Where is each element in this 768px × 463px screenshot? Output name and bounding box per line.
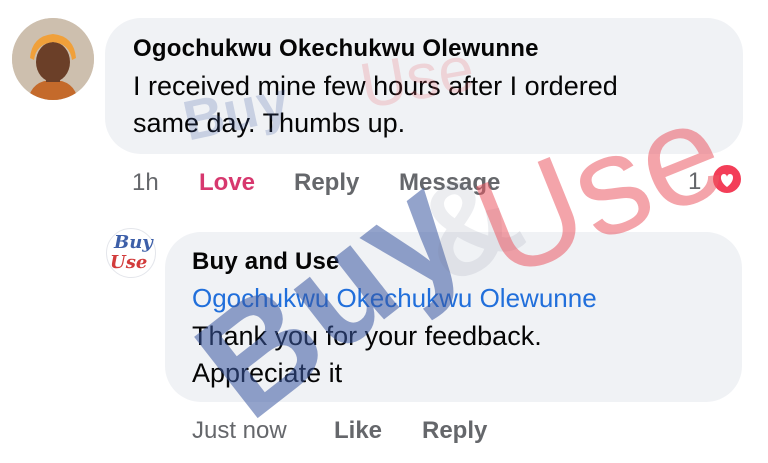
reply-reply-button[interactable]: Reply: [422, 417, 487, 445]
comment-timestamp[interactable]: 1h: [132, 169, 159, 197]
message-button[interactable]: Message: [399, 169, 500, 197]
heart-icon[interactable]: [710, 162, 744, 196]
love-button[interactable]: Love: [199, 169, 255, 197]
comment-author-name[interactable]: Ogochukwu Okechukwu Olewunne: [133, 35, 539, 63]
logo-text-use: Use: [110, 252, 148, 273]
comment-text-line-1: I received mine few hours after I ordere…: [133, 71, 618, 101]
comment-text-line-2: same day. Thumbs up.: [133, 108, 406, 138]
reply-timestamp[interactable]: Just now: [192, 417, 287, 445]
reply-text-line-2: Appreciate it: [192, 358, 343, 388]
reply-button[interactable]: Reply: [294, 169, 359, 197]
reaction-count[interactable]: 1: [688, 168, 701, 196]
like-button[interactable]: Like: [334, 417, 382, 445]
page-logo-avatar[interactable]: Buy Use: [106, 228, 156, 278]
logo-text-buy: Buy: [114, 232, 153, 253]
reply-text-line-1: Thank you for your feedback.: [192, 321, 542, 351]
commenter-avatar[interactable]: [12, 18, 94, 100]
reply-author-name[interactable]: Buy and Use: [192, 248, 340, 276]
reply-mention-link[interactable]: Ogochukwu Okechukwu Olewunne: [192, 280, 597, 317]
